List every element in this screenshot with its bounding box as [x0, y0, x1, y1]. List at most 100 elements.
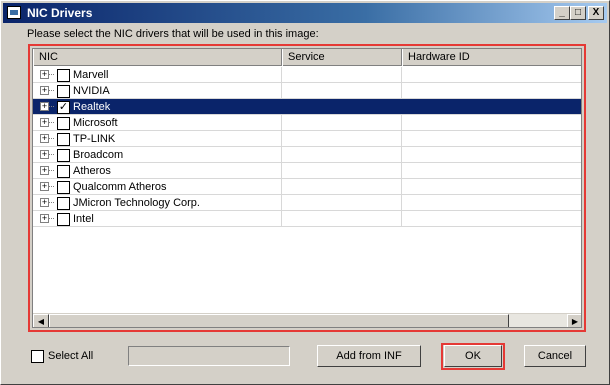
select-all-checkbox[interactable]: [31, 350, 44, 363]
nic-label: Realtek: [73, 101, 111, 113]
nic-checkbox[interactable]: ✓: [57, 101, 70, 114]
service-cell: [282, 163, 402, 178]
tree-connector: [49, 202, 54, 203]
table-row[interactable]: + Intel: [33, 211, 581, 227]
nic-label: NVIDIA: [73, 85, 110, 97]
table-row[interactable]: + Microsoft: [33, 115, 581, 131]
hardware-id-cell: [402, 211, 581, 226]
nic-checkbox[interactable]: [57, 165, 70, 178]
nic-checkbox[interactable]: [57, 133, 70, 146]
table-row[interactable]: + TP-LINK: [33, 131, 581, 147]
nic-label: Intel: [73, 213, 94, 225]
service-cell: [282, 67, 402, 82]
nic-cell: + Broadcom: [33, 147, 282, 162]
nic-label: Marvell: [73, 69, 109, 81]
hardware-id-cell: [402, 115, 581, 130]
expand-plus-icon[interactable]: +: [40, 214, 49, 223]
ok-button[interactable]: OK: [444, 345, 502, 367]
nic-cell: + Marvell: [33, 67, 282, 82]
service-cell: [282, 131, 402, 146]
service-cell: [282, 211, 402, 226]
hardware-id-cell: [402, 83, 581, 98]
tree-connector: [49, 106, 54, 107]
column-header-service[interactable]: Service: [282, 49, 402, 66]
service-cell: [282, 179, 402, 194]
expand-plus-icon[interactable]: +: [40, 182, 49, 191]
tree-connector: [49, 122, 54, 123]
tree-connector: [49, 90, 54, 91]
tree-connector: [49, 170, 54, 171]
table-row[interactable]: + Qualcomm Atheros: [33, 179, 581, 195]
expand-plus-icon[interactable]: +: [40, 166, 49, 175]
minimize-button[interactable]: _: [554, 6, 570, 20]
column-header-row: NIC Service Hardware ID: [33, 49, 581, 66]
nic-cell: + Intel: [33, 211, 282, 226]
nic-cell: + ✓ Realtek: [33, 99, 282, 114]
nic-tree-list[interactable]: NIC Service Hardware ID + Marvell + NVIDIA +…: [32, 48, 582, 328]
nic-label: Microsoft: [73, 117, 118, 129]
nic-checkbox[interactable]: [57, 149, 70, 162]
scroll-thumb[interactable]: [49, 314, 509, 327]
expand-plus-icon[interactable]: +: [40, 150, 49, 159]
nic-label: Qualcomm Atheros: [73, 181, 167, 193]
nic-checkbox[interactable]: [57, 117, 70, 130]
horizontal-scrollbar[interactable]: ◀ ▶: [33, 313, 581, 327]
window-title: NIC Drivers: [27, 6, 93, 20]
tree-connector: [49, 218, 54, 219]
service-cell: [282, 195, 402, 210]
window-app-icon: [7, 6, 21, 19]
expand-plus-icon[interactable]: +: [40, 118, 49, 127]
nic-checkbox[interactable]: [57, 85, 70, 98]
cancel-button[interactable]: Cancel: [524, 345, 586, 367]
service-cell: [282, 147, 402, 162]
table-row[interactable]: + Marvell: [33, 67, 581, 83]
nic-cell: + JMicron Technology Corp.: [33, 195, 282, 210]
maximize-button[interactable]: □: [570, 6, 586, 20]
expand-plus-icon[interactable]: +: [40, 102, 49, 111]
nic-label: Atheros: [73, 165, 111, 177]
hardware-id-cell: [402, 67, 581, 82]
column-header-hardware-id[interactable]: Hardware ID: [402, 49, 581, 66]
scroll-left-icon[interactable]: ◀: [33, 314, 49, 327]
nic-checkbox[interactable]: [57, 213, 70, 226]
nic-label: TP-LINK: [73, 133, 116, 145]
nic-cell: + Atheros: [33, 163, 282, 178]
scroll-right-icon[interactable]: ▶: [567, 314, 581, 327]
table-row[interactable]: + Atheros: [33, 163, 581, 179]
nic-cell: + Qualcomm Atheros: [33, 179, 282, 194]
nic-label: JMicron Technology Corp.: [73, 197, 200, 209]
nic-cell: + Microsoft: [33, 115, 282, 130]
title-bar[interactable]: NIC Drivers _ □ X: [3, 3, 607, 23]
hardware-id-cell: [402, 195, 581, 210]
progress-field: [128, 346, 290, 366]
expand-plus-icon[interactable]: +: [40, 70, 49, 79]
nic-drivers-window: NIC Drivers _ □ X Please select the NIC …: [0, 0, 610, 385]
footer-bar: Select All Add from INF OK Cancel: [1, 341, 610, 371]
nic-label: Broadcom: [73, 149, 124, 161]
hardware-id-cell: [402, 179, 581, 194]
close-button[interactable]: X: [588, 6, 604, 20]
table-row[interactable]: + Broadcom: [33, 147, 581, 163]
nic-cell: + NVIDIA: [33, 83, 282, 98]
tree-connector: [49, 74, 54, 75]
column-header-nic[interactable]: NIC: [33, 49, 282, 66]
tree-connector: [49, 154, 54, 155]
select-all-label[interactable]: Select All: [48, 350, 93, 362]
service-cell: [282, 115, 402, 130]
hardware-id-cell: [402, 147, 581, 162]
nic-checkbox[interactable]: [57, 181, 70, 194]
nic-checkbox[interactable]: [57, 197, 70, 210]
nic-tree-highlight-frame: NIC Service Hardware ID + Marvell + NVIDIA +…: [28, 44, 586, 332]
table-row[interactable]: + JMicron Technology Corp.: [33, 195, 581, 211]
expand-plus-icon[interactable]: +: [40, 198, 49, 207]
expand-plus-icon[interactable]: +: [40, 86, 49, 95]
tree-connector: [49, 138, 54, 139]
expand-plus-icon[interactable]: +: [40, 134, 49, 143]
nic-rows: + Marvell + NVIDIA + ✓ Realtek + Microsoft + TP-LI…: [33, 67, 581, 227]
hardware-id-cell: [402, 131, 581, 146]
table-row[interactable]: + ✓ Realtek: [33, 99, 581, 115]
table-row[interactable]: + NVIDIA: [33, 83, 581, 99]
instruction-text: Please select the NIC drivers that will …: [27, 28, 319, 40]
nic-checkbox[interactable]: [57, 69, 70, 82]
add-from-inf-button[interactable]: Add from INF: [317, 345, 421, 367]
